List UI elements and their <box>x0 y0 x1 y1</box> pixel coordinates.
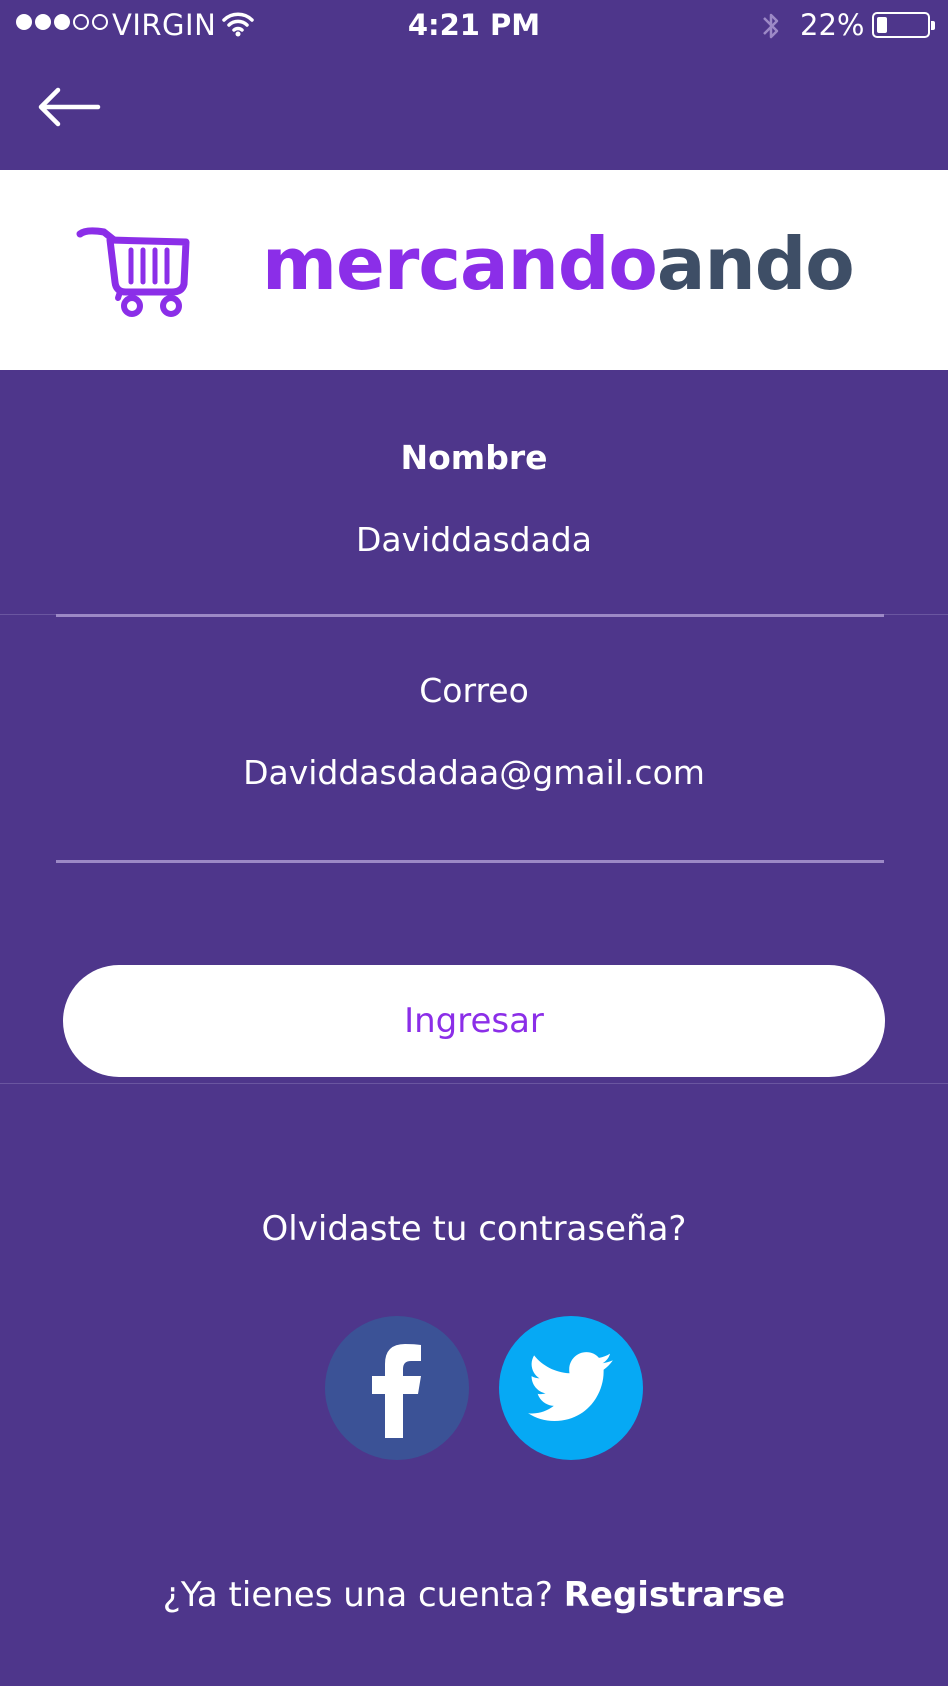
brand-logo-part1: mercando <box>262 222 658 306</box>
logo-banner: mercandoando <box>0 170 948 370</box>
name-input-underline <box>56 614 884 617</box>
email-input-underline <box>56 860 884 863</box>
register-row: ¿Ya tienes una cuenta? Registrarse <box>0 1575 948 1615</box>
name-input[interactable] <box>0 517 948 561</box>
brand-logo-text: mercandoando <box>262 222 855 306</box>
shopping-cart-icon <box>76 226 196 323</box>
login-button[interactable]: Ingresar <box>63 965 885 1077</box>
facebook-icon <box>372 1344 421 1438</box>
battery-icon <box>872 12 935 38</box>
twitter-icon <box>528 1352 613 1421</box>
facebook-login-button[interactable] <box>325 1316 469 1460</box>
battery-percent: 22% <box>800 8 865 42</box>
forgot-password-link[interactable]: Olvidaste tu contraseña? <box>0 1209 948 1249</box>
register-link[interactable]: Registrarse <box>564 1575 786 1615</box>
back-button[interactable] <box>36 82 102 132</box>
brand-logo-part2: ando <box>656 222 855 306</box>
arrow-left-icon <box>38 87 101 127</box>
bluetooth-icon <box>760 9 782 50</box>
email-label: Correo <box>419 671 529 710</box>
twitter-login-button[interactable] <box>499 1316 643 1460</box>
register-prompt: ¿Ya tienes una cuenta? <box>162 1575 553 1615</box>
divider <box>0 1083 948 1084</box>
status-bar: VIRGIN 4:21 PM 22% <box>0 0 948 54</box>
name-label: Nombre <box>400 438 548 477</box>
email-input[interactable] <box>0 750 948 794</box>
